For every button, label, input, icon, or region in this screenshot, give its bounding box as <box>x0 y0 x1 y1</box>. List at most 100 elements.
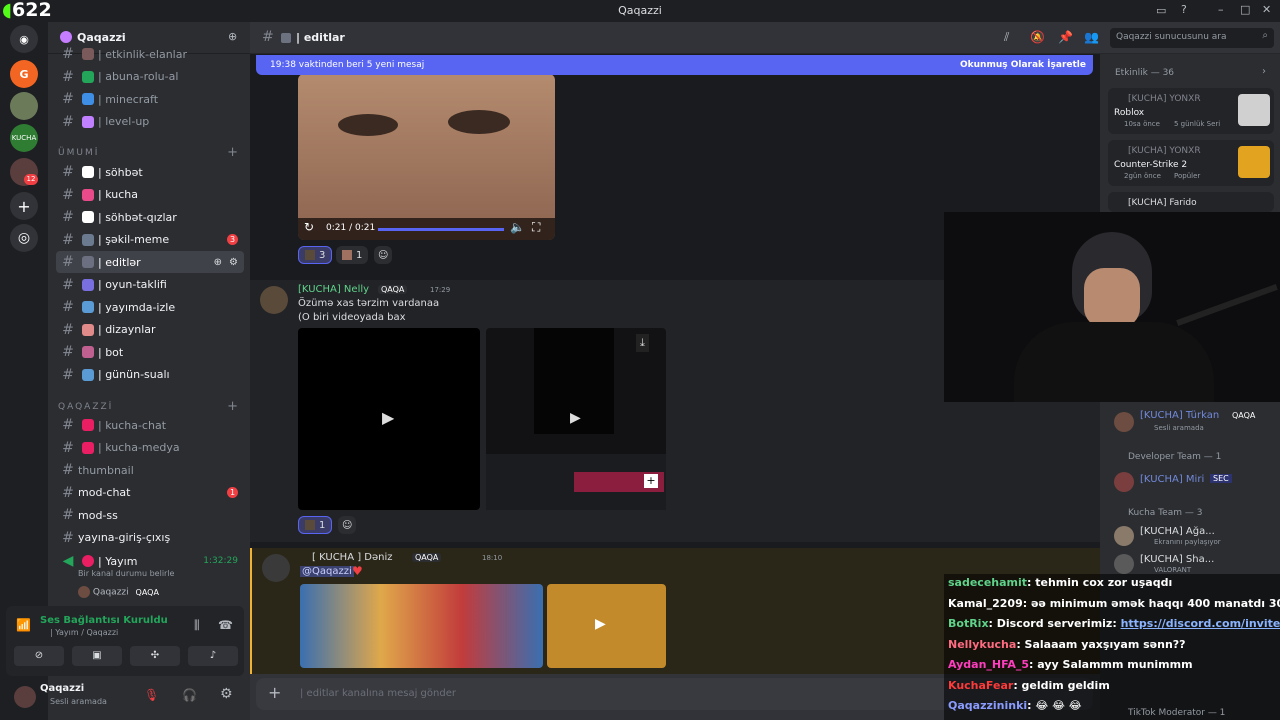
chat-username[interactable]: Aydan_HFA_5 <box>948 658 1029 671</box>
server-icon-kucha[interactable]: KUCHA <box>10 124 38 152</box>
chat-username[interactable]: Qaqazzininki <box>948 699 1027 712</box>
video-attachment[interactable]: ▶ <box>298 328 480 510</box>
chat-username[interactable]: KuchaFear <box>948 679 1013 692</box>
channel-bot[interactable]: # | bot <box>56 341 244 363</box>
channel-thumbnail[interactable]: # thumbnail <box>56 459 244 481</box>
chevron-right-icon[interactable]: › <box>1262 66 1266 77</box>
server-icon-2[interactable] <box>10 92 38 120</box>
channel-dizaynlar[interactable]: # | dizaynlar <box>56 319 244 341</box>
voice-user[interactable]: Qaqazzi QAQA <box>78 586 159 598</box>
channel-minecraft[interactable]: # | minecraft <box>56 88 244 110</box>
replay-icon[interactable]: ↻ <box>304 220 314 234</box>
soundboard-button[interactable]: ♪ <box>188 646 238 666</box>
play-icon[interactable]: ▶ <box>595 616 606 632</box>
settings-gear-icon[interactable]: ⚙ <box>220 686 233 702</box>
pin-icon[interactable]: 📌 <box>1058 30 1073 44</box>
minimize-button[interactable]: – <box>1218 3 1224 16</box>
category-qaqazzi[interactable]: QAQAZZİ <box>58 402 113 412</box>
channel-etkinlik-elanlar[interactable]: # | etkinlik-elanlar <box>56 43 244 65</box>
member-2[interactable]: [KUCHA] Sha... VALORANT <box>1114 554 1274 576</box>
mic-muted-icon[interactable]: 🎙 <box>144 688 159 702</box>
activity-card-cs2[interactable]: [KUCHA] YONXR Counter-Strike 2 2gün önce… <box>1108 140 1274 186</box>
sound-bars-icon[interactable]: ⫼ <box>194 618 200 633</box>
member-turkan[interactable]: [KUCHA] Türkan QAQA Sesli aramada <box>1114 410 1274 436</box>
video-attachment[interactable]: ▶ <box>547 584 666 668</box>
reaction-1[interactable]: 1 <box>298 516 333 534</box>
add-channel-icon[interactable]: + <box>227 145 238 160</box>
channel-g-n-n-sual[interactable]: # | günün-sualı <box>56 364 244 386</box>
explore-icon[interactable]: ◎ <box>10 224 38 252</box>
invite-icon[interactable]: ⊕ <box>214 257 222 268</box>
channel-emoji-icon <box>82 166 94 178</box>
camera-off-button[interactable]: ⊘ <box>14 646 64 666</box>
avatar[interactable] <box>262 554 290 582</box>
server-icon-g[interactable]: G <box>10 60 38 88</box>
add-member-icon[interactable]: ⊕ <box>228 30 237 43</box>
channel-mod-chat[interactable]: # mod-chat 1 <box>56 482 244 504</box>
channel-yay-na-giri-x[interactable]: # yayına-giriş-çıxış <box>56 527 244 549</box>
channel-kil-meme[interactable]: # | şəkil-meme 3 <box>56 229 244 251</box>
reaction-1[interactable]: 3 <box>298 246 333 264</box>
new-messages-bar[interactable]: 19:38 vaktinden beri 5 yeni mesaj Okunmu… <box>256 55 1093 75</box>
channel-kucha[interactable]: # | kucha <box>56 184 244 206</box>
chat-username[interactable]: BotRix <box>948 617 989 630</box>
video-attachment[interactable]: ↻ 0:21 / 0:21 🔈 ⛶ <box>298 74 555 240</box>
channel-level-up[interactable]: # | level-up <box>56 111 244 133</box>
headset-muted-icon[interactable]: 🎧 <box>182 688 197 702</box>
screen-share-button[interactable]: ▣ <box>72 646 122 666</box>
maximize-button[interactable]: □ <box>1240 3 1250 16</box>
member-list-icon[interactable]: 👥 <box>1084 30 1099 44</box>
channel-editl-r[interactable]: # | editlər ⊕ ⚙ <box>56 251 244 273</box>
activity-card-roblox[interactable]: [KUCHA] YONXR Roblox 10sa önce 5 günlük … <box>1108 88 1274 134</box>
add-reaction-button[interactable]: ☺ <box>374 246 393 264</box>
avatar[interactable] <box>260 286 288 314</box>
search-input[interactable]: Qaqazzi sunucusunu ara ⌕ <box>1110 28 1274 48</box>
image-attachment[interactable] <box>300 584 543 668</box>
help-icon[interactable]: ? <box>1181 3 1187 16</box>
play-icon[interactable]: ▶ <box>382 408 394 427</box>
notification-bell-icon[interactable]: 🔕 <box>1030 30 1045 44</box>
discord-home-icon[interactable]: ◉ <box>10 25 38 53</box>
video-progress[interactable] <box>378 228 504 231</box>
close-button[interactable]: ✕ <box>1262 3 1271 16</box>
chat-link[interactable]: https://discord.com/invite/qaqazz <box>1121 617 1280 630</box>
channel-yay-mda-izle[interactable]: # | yayımda-izle <box>56 296 244 318</box>
voice-status[interactable]: Bir kanal durumu belirle <box>78 569 174 578</box>
add-server-icon[interactable]: + <box>10 192 38 220</box>
volume-icon[interactable]: 🔈 <box>510 220 525 234</box>
video-attachment[interactable]: ▶ ⤓ + <box>486 328 666 510</box>
voice-panel-sub[interactable]: | Yayım / Qaqazzi <box>50 628 118 637</box>
download-icon[interactable]: ⤓ <box>636 334 649 352</box>
chat-username[interactable]: Kamal_2209 <box>948 597 1023 610</box>
reaction-2[interactable]: 1 <box>336 246 369 264</box>
fullscreen-icon[interactable]: ⛶ <box>532 220 540 235</box>
channel-abuna-rolu-al[interactable]: # | abuna-rolu-al <box>56 66 244 88</box>
threads-icon[interactable]: ⫽ <box>1004 30 1009 45</box>
add-channel-icon[interactable]: + <box>227 399 238 414</box>
activity-card-farido[interactable]: [KUCHA] Farido <box>1108 192 1274 212</box>
channel-s-hb-t-q-zlar[interactable]: # | söhbət-qızlar <box>56 206 244 228</box>
play-icon[interactable]: ▶ <box>570 410 581 426</box>
disconnect-icon[interactable]: ☎ <box>218 618 233 632</box>
chat-username[interactable]: Nellykucha <box>948 638 1016 651</box>
add-attachment-icon[interactable]: + <box>268 683 281 702</box>
message-author[interactable]: [ KUCHA ] Dəniz <box>312 552 393 563</box>
channel-s-hb-t[interactable]: # | söhbət <box>56 161 244 183</box>
chat-username[interactable]: sadecehamit <box>948 576 1027 589</box>
add-reaction-button[interactable]: ☺ <box>338 516 357 534</box>
message-author[interactable]: [KUCHA] Nelly <box>298 284 369 295</box>
avatar[interactable] <box>14 686 36 708</box>
channel-oyun-taklifi[interactable]: # | oyun-taklifi <box>56 274 244 296</box>
member-1[interactable]: [KUCHA] Ağa... Ekranını paylaşıyor <box>1114 526 1274 548</box>
mention[interactable]: @Qaqazzi <box>300 566 354 577</box>
channel-kucha-chat[interactable]: # | kucha-chat <box>56 414 244 436</box>
channel-kucha-medya[interactable]: # | kucha-medya <box>56 437 244 459</box>
mark-as-read-button[interactable]: Okunmuş Olarak İşaretle <box>960 60 1086 70</box>
category-umumi[interactable]: ÜMUMİ <box>58 148 99 158</box>
channel-mod-ss[interactable]: # mod-ss <box>56 504 244 526</box>
activities-button[interactable]: ✣ <box>130 646 180 666</box>
inbox-icon[interactable]: ▭ <box>1156 4 1166 17</box>
gear-icon[interactable]: ⚙ <box>229 257 238 268</box>
member-miri[interactable]: [KUCHA] Miri SEC <box>1114 472 1274 494</box>
role-header-kucha: Kucha Team — 3 <box>1128 508 1203 518</box>
